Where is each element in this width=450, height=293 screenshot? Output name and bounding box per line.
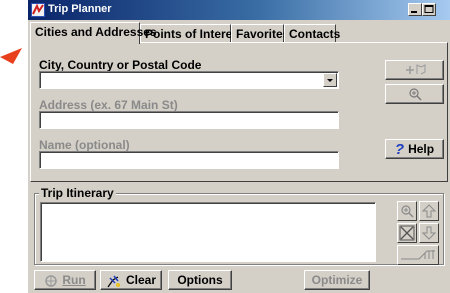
chevron-down-icon [327, 79, 333, 82]
run-label: Run [62, 273, 86, 287]
help-button[interactable]: ? Help [385, 139, 444, 159]
help-label: Help [408, 142, 435, 156]
delete-x-icon [399, 225, 415, 241]
trip-itinerary-title: Trip Itinerary [39, 186, 116, 200]
help-icon: ? [394, 140, 405, 158]
trip-planner-window: Trip Planner Cities and Addresses Points… [28, 0, 450, 293]
itinerary-zoom-button[interactable] [397, 201, 417, 221]
options-label: Options [177, 273, 223, 287]
city-dropdown-button[interactable] [323, 73, 337, 87]
tab-panel: City, Country or Postal Code Address (ex… [30, 42, 448, 182]
tab-favorites[interactable]: Favorites [231, 24, 289, 43]
optimize-button[interactable]: Optimize [304, 270, 370, 290]
maximize-button[interactable] [422, 3, 436, 16]
clear-label: Clear [125, 273, 157, 287]
move-down-button[interactable] [419, 223, 439, 243]
minimize-button[interactable] [408, 3, 422, 16]
magnifier-icon [401, 205, 414, 218]
app-icon [31, 3, 45, 17]
minimize-icon [411, 11, 417, 13]
add-to-itinerary-button[interactable] [385, 60, 444, 80]
address-field[interactable] [39, 111, 339, 129]
remove-button[interactable] [397, 223, 417, 243]
city-combobox[interactable] [39, 71, 339, 89]
add-location-icon [405, 64, 425, 75]
city-label: City, Country or Postal Code [39, 58, 202, 72]
window-title: Trip Planner [48, 3, 112, 15]
run-button[interactable]: Run [34, 270, 96, 290]
pointer-arrow-icon [0, 48, 22, 64]
optimize-label: Optimize [311, 273, 363, 287]
move-up-button[interactable] [419, 201, 439, 221]
arrow-up-icon [421, 204, 437, 218]
reverse-order-button[interactable] [397, 245, 439, 265]
zoom-to-location-button[interactable] [385, 84, 444, 104]
arrow-down-icon [421, 226, 437, 240]
reverse-route-icon [401, 250, 435, 260]
tab-contacts[interactable]: Contacts [284, 24, 340, 43]
clear-broom-icon [107, 275, 120, 288]
magnifier-icon [408, 88, 422, 101]
options-button[interactable]: Options [168, 270, 232, 290]
tab-cities-and-addresses[interactable]: Cities and Addresses [30, 22, 157, 44]
run-icon [45, 275, 58, 287]
title-bar[interactable]: Trip Planner [28, 0, 450, 20]
name-label: Name (optional) [39, 138, 130, 152]
clear-button[interactable]: Clear [100, 270, 162, 290]
address-label: Address (ex. 67 Main St) [39, 98, 178, 112]
trip-itinerary-group: Trip Itinerary [34, 186, 444, 265]
itinerary-list[interactable] [40, 202, 376, 262]
name-field[interactable] [39, 151, 339, 169]
maximize-icon [424, 5, 434, 13]
